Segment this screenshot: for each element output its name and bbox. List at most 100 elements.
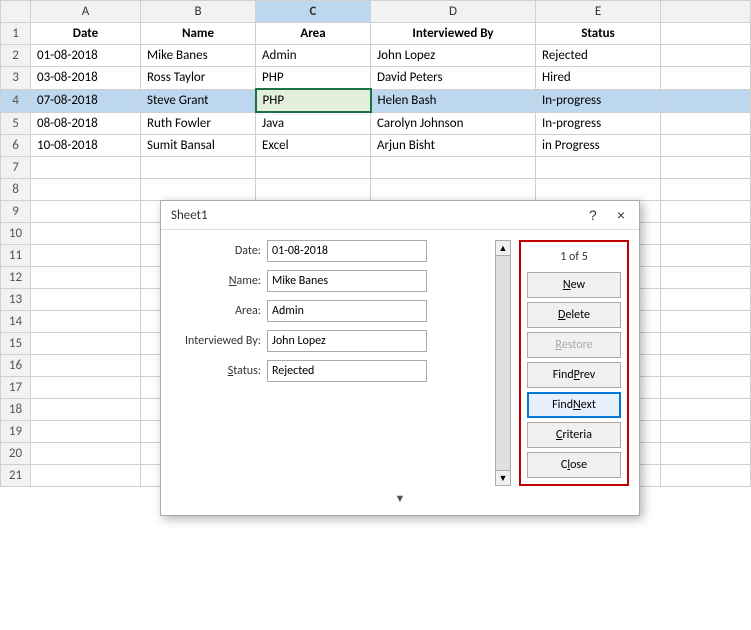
- scroll-bottom-arrow[interactable]: ▼: [395, 492, 406, 505]
- row-num-19: 19: [1, 421, 31, 443]
- close-button[interactable]: Close: [527, 452, 621, 478]
- col-header-b[interactable]: B: [141, 1, 256, 23]
- cell-r9-c0[interactable]: [31, 201, 141, 223]
- cell-r1-c3[interactable]: Interviewed By: [371, 23, 536, 45]
- cell-r7-c3[interactable]: [371, 157, 536, 179]
- cell-r8-c2[interactable]: [256, 179, 371, 201]
- cell-r8-c4[interactable]: [536, 179, 661, 201]
- row-num-10: 10: [1, 223, 31, 245]
- cell-r12-c0[interactable]: [31, 267, 141, 289]
- delete-button[interactable]: Delete: [527, 302, 621, 328]
- row-num-18: 18: [1, 399, 31, 421]
- cell-r2-c0[interactable]: 01-08-2018: [31, 45, 141, 67]
- row-num-3: 3: [1, 67, 31, 90]
- cell-r6-c1[interactable]: Sumit Bansal: [141, 135, 256, 157]
- cell-r2-c3[interactable]: John Lopez: [371, 45, 536, 67]
- cell-r5-c4[interactable]: In-progress: [536, 112, 661, 135]
- cell-extra: [661, 465, 751, 487]
- cell-extra: [661, 377, 751, 399]
- cell-extra: [661, 399, 751, 421]
- cell-extra: [661, 289, 751, 311]
- cell-r14-c0[interactable]: [31, 311, 141, 333]
- row-num-14: 14: [1, 311, 31, 333]
- cell-r21-c0[interactable]: [31, 465, 141, 487]
- restore-button[interactable]: Restore: [527, 332, 621, 358]
- input-status[interactable]: [267, 360, 427, 382]
- cell-r4-c4[interactable]: In-progress: [536, 89, 661, 112]
- col-header-e[interactable]: E: [536, 1, 661, 23]
- col-header-d[interactable]: D: [371, 1, 536, 23]
- cell-r3-c3[interactable]: David Peters: [371, 67, 536, 90]
- find-next-button[interactable]: Find Next: [527, 392, 621, 418]
- cell-extra: [661, 333, 751, 355]
- input-interviewed-by[interactable]: [267, 330, 427, 352]
- cell-extra: [661, 355, 751, 377]
- cell-r5-c0[interactable]: 08-08-2018: [31, 112, 141, 135]
- cell-r1-c4[interactable]: Status: [536, 23, 661, 45]
- cell-extra: [661, 45, 751, 67]
- dialog-help-button[interactable]: ?: [585, 207, 601, 223]
- cell-r4-c3[interactable]: Helen Bash: [371, 89, 536, 112]
- cell-r4-c1[interactable]: Steve Grant: [141, 89, 256, 112]
- row-num-21: 21: [1, 465, 31, 487]
- cell-r2-c1[interactable]: Mike Banes: [141, 45, 256, 67]
- scroll-track[interactable]: [495, 256, 511, 470]
- new-button[interactable]: New: [527, 272, 621, 298]
- scroll-up-arrow[interactable]: ▲: [495, 240, 511, 256]
- row-num-20: 20: [1, 443, 31, 465]
- dialog-title-controls: ? ×: [585, 207, 629, 223]
- row-num-9: 9: [1, 201, 31, 223]
- cell-r20-c0[interactable]: [31, 443, 141, 465]
- cell-r6-c2[interactable]: Excel: [256, 135, 371, 157]
- cell-r17-c0[interactable]: [31, 377, 141, 399]
- cell-r8-c3[interactable]: [371, 179, 536, 201]
- cell-r7-c0[interactable]: [31, 157, 141, 179]
- cell-r7-c1[interactable]: [141, 157, 256, 179]
- cell-r8-c1[interactable]: [141, 179, 256, 201]
- cell-r19-c0[interactable]: [31, 421, 141, 443]
- cell-r8-c0[interactable]: [31, 179, 141, 201]
- cell-r10-c0[interactable]: [31, 223, 141, 245]
- cell-r11-c0[interactable]: [31, 245, 141, 267]
- col-header-a[interactable]: A: [31, 1, 141, 23]
- cell-r6-c0[interactable]: 10-08-2018: [31, 135, 141, 157]
- criteria-button[interactable]: Criteria: [527, 422, 621, 448]
- input-date[interactable]: [267, 240, 427, 262]
- cell-r13-c0[interactable]: [31, 289, 141, 311]
- cell-r5-c2[interactable]: Java: [256, 112, 371, 135]
- cell-r15-c0[interactable]: [31, 333, 141, 355]
- cell-r4-c2[interactable]: PHP: [256, 89, 371, 112]
- dialog-close-x-button[interactable]: ×: [613, 207, 629, 223]
- cell-r3-c2[interactable]: PHP: [256, 67, 371, 90]
- cell-r6-c4[interactable]: in Progress: [536, 135, 661, 157]
- col-header-c[interactable]: C: [256, 1, 371, 23]
- cell-r6-c3[interactable]: Arjun Bisht: [371, 135, 536, 157]
- cell-r3-c0[interactable]: 03-08-2018: [31, 67, 141, 90]
- input-area[interactable]: [267, 300, 427, 322]
- cell-extra: [661, 179, 751, 201]
- cell-r1-c0[interactable]: Date: [31, 23, 141, 45]
- form-scrollbar[interactable]: ▲ ▼: [495, 240, 511, 486]
- cell-r16-c0[interactable]: [31, 355, 141, 377]
- cell-r18-c0[interactable]: [31, 399, 141, 421]
- cell-r5-c3[interactable]: Carolyn Johnson: [371, 112, 536, 135]
- cell-r2-c2[interactable]: Admin: [256, 45, 371, 67]
- scroll-down-arrow[interactable]: ▼: [495, 470, 511, 486]
- input-name[interactable]: [267, 270, 427, 292]
- cell-r7-c2[interactable]: [256, 157, 371, 179]
- cell-extra: [661, 443, 751, 465]
- form-row-status: Status:: [171, 360, 487, 382]
- cell-r2-c4[interactable]: Rejected: [536, 45, 661, 67]
- cell-r1-c2[interactable]: Area: [256, 23, 371, 45]
- row-num-4: 4: [1, 89, 31, 112]
- form-row-date: Date:: [171, 240, 487, 262]
- find-prev-button[interactable]: Find Prev: [527, 362, 621, 388]
- cell-r4-c0[interactable]: 07-08-2018: [31, 89, 141, 112]
- cell-extra: [661, 23, 751, 45]
- cell-r3-c1[interactable]: Ross Taylor: [141, 67, 256, 90]
- cell-r1-c1[interactable]: Name: [141, 23, 256, 45]
- row-num-12: 12: [1, 267, 31, 289]
- cell-r7-c4[interactable]: [536, 157, 661, 179]
- cell-r5-c1[interactable]: Ruth Fowler: [141, 112, 256, 135]
- cell-r3-c4[interactable]: Hired: [536, 67, 661, 90]
